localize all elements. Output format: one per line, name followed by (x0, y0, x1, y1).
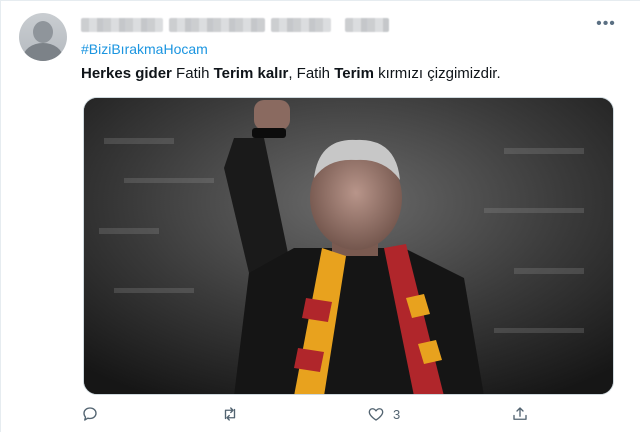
retweet-icon (224, 407, 236, 421)
author-row[interactable] (81, 15, 389, 35)
hashtag-link[interactable]: #BiziBırakmaHocam (81, 41, 208, 57)
blurred-display-name (81, 18, 163, 32)
tweet-card[interactable]: ••• #BiziBırakmaHocam Herkes gider Fatih… (0, 0, 640, 432)
text-part: Fatih (171, 65, 214, 82)
blurred-timestamp (345, 18, 389, 32)
text-part: , Fatih (288, 65, 335, 82)
text-part: kırmızı çizgimizdir. (373, 65, 501, 82)
tweet-text: Herkes gider Fatih Terim kalır, Fatih Te… (81, 65, 501, 82)
share-button[interactable] (511, 401, 529, 427)
tweet-photo[interactable] (83, 97, 614, 395)
like-button[interactable]: 3 (367, 401, 400, 427)
blurred-handle (169, 18, 265, 32)
more-icon: ••• (596, 15, 616, 32)
share-icon (513, 407, 527, 420)
retweet-button[interactable] (221, 401, 239, 427)
text-part: Herkes gider (81, 65, 172, 82)
text-part: Terim (334, 65, 374, 82)
avatar-head (33, 21, 53, 43)
reply-icon (83, 407, 97, 421)
reply-button[interactable] (81, 401, 99, 427)
text-part: Terim kalır (213, 65, 289, 82)
photo-illustration (84, 98, 613, 394)
avatar-shoulders (23, 43, 63, 61)
like-count: 3 (393, 406, 401, 422)
more-button[interactable]: ••• (593, 13, 619, 35)
avatar[interactable] (19, 13, 67, 61)
blurred-handle-extra (271, 18, 331, 32)
action-bar: 3 (81, 401, 541, 431)
heart-icon (368, 408, 384, 421)
